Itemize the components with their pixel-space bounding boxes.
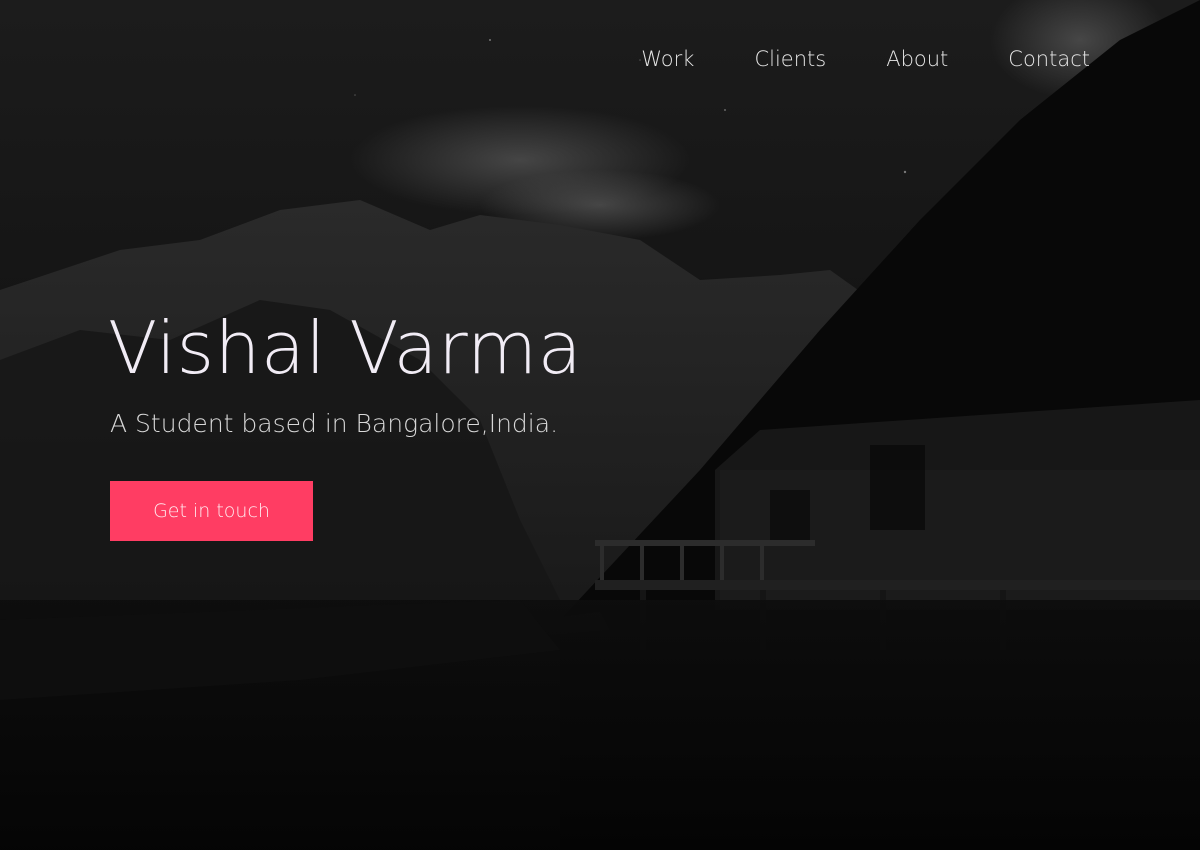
nav-link-about[interactable]: About [886,44,948,74]
nav-link-clients[interactable]: Clients [754,44,826,74]
get-in-touch-button[interactable]: Get in touch [110,481,313,541]
hero-section: Work Clients About Contact Vishal Varma … [0,0,1200,850]
hero-name-heading: Vishal Varma [108,306,583,390]
hero-tagline: A Student based in Bangalore,India. [110,409,559,438]
nav-link-contact[interactable]: Contact [1008,44,1090,74]
main-nav: Work Clients About Contact [641,44,1090,74]
nav-link-work[interactable]: Work [641,44,694,74]
